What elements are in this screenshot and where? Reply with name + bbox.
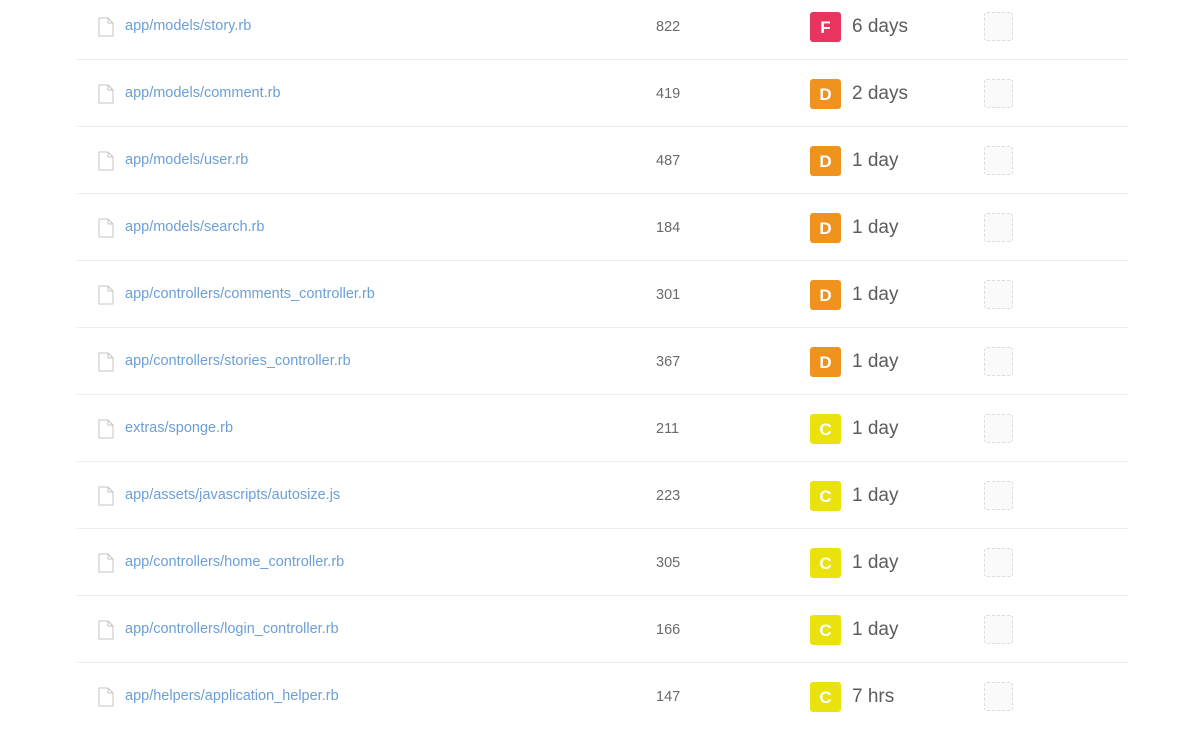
file-icon	[98, 620, 114, 640]
file-row: app/helpers/application_helper.rb 147 C …	[77, 663, 1128, 729]
file-path-link[interactable]: app/models/comment.rb	[125, 84, 281, 102]
coverage-placeholder	[984, 12, 1013, 41]
last-change-age: 1 day	[852, 619, 899, 640]
lines-of-code: 223	[656, 488, 681, 504]
coverage-placeholder	[984, 682, 1013, 711]
file-row: app/controllers/comments_controller.rb 3…	[77, 261, 1128, 328]
file-icon	[98, 352, 114, 372]
last-change-age: 7 hrs	[852, 686, 895, 707]
lines-of-code: 211	[656, 421, 680, 437]
coverage-placeholder	[984, 347, 1013, 376]
file-row: app/models/search.rb 184 D 1 day	[77, 194, 1128, 261]
coverage-placeholder	[984, 280, 1013, 309]
grade-badge: D	[810, 280, 841, 310]
last-change-age: 1 day	[852, 150, 899, 171]
file-row: app/models/story.rb 822 F 6 days	[77, 0, 1128, 60]
coverage-placeholder	[984, 481, 1013, 510]
file-row: extras/sponge.rb 211 C 1 day	[77, 395, 1128, 462]
file-icon	[98, 486, 114, 506]
grade-badge: C	[810, 682, 841, 712]
last-change-age: 1 day	[852, 351, 899, 372]
file-path-link[interactable]: app/controllers/comments_controller.rb	[125, 285, 375, 303]
file-row: app/controllers/home_controller.rb 305 C…	[77, 529, 1128, 596]
grade-badge: D	[810, 213, 841, 243]
coverage-placeholder	[984, 213, 1013, 242]
lines-of-code: 301	[656, 287, 681, 303]
file-path-link[interactable]: app/controllers/login_controller.rb	[125, 620, 339, 638]
coverage-placeholder	[984, 548, 1013, 577]
file-icon	[98, 285, 114, 305]
file-row: app/assets/javascripts/autosize.js 223 C…	[77, 462, 1128, 529]
last-change-age: 1 day	[852, 485, 899, 506]
lines-of-code: 184	[656, 220, 681, 236]
lines-of-code: 487	[656, 153, 681, 169]
grade-badge: D	[810, 79, 841, 109]
lines-of-code: 822	[656, 19, 681, 35]
lines-of-code: 305	[656, 555, 681, 571]
coverage-placeholder	[984, 414, 1013, 443]
file-icon	[98, 419, 114, 439]
file-path-link[interactable]: app/controllers/stories_controller.rb	[125, 352, 351, 370]
file-path-link[interactable]: app/models/user.rb	[125, 151, 248, 169]
file-path-link[interactable]: app/models/story.rb	[125, 17, 251, 35]
grade-badge: C	[810, 481, 841, 511]
last-change-age: 1 day	[852, 284, 899, 305]
file-row: app/controllers/login_controller.rb 166 …	[77, 596, 1128, 663]
last-change-age: 1 day	[852, 418, 899, 439]
last-change-age: 1 day	[852, 552, 899, 573]
file-icon	[98, 84, 114, 104]
grade-badge: C	[810, 615, 841, 645]
last-change-age: 2 days	[852, 83, 908, 104]
coverage-placeholder	[984, 615, 1013, 644]
file-icon	[98, 687, 114, 707]
lines-of-code: 166	[656, 622, 681, 638]
coverage-placeholder	[984, 79, 1013, 108]
file-path-link[interactable]: app/assets/javascripts/autosize.js	[125, 486, 340, 504]
file-row: app/models/comment.rb 419 D 2 days	[77, 60, 1128, 127]
file-path-link[interactable]: app/helpers/application_helper.rb	[125, 687, 339, 705]
file-icon	[98, 553, 114, 573]
lines-of-code: 419	[656, 86, 681, 102]
grade-badge: C	[810, 548, 841, 578]
grade-badge: F	[810, 12, 841, 42]
file-list: app/models/story.rb 822 F 6 days app/mod…	[77, 0, 1128, 729]
file-row: app/controllers/stories_controller.rb 36…	[77, 328, 1128, 395]
last-change-age: 1 day	[852, 217, 899, 238]
coverage-placeholder	[984, 146, 1013, 175]
file-icon	[98, 218, 114, 238]
lines-of-code: 147	[656, 689, 681, 705]
file-icon	[98, 17, 114, 37]
lines-of-code: 367	[656, 354, 681, 370]
file-row: app/models/user.rb 487 D 1 day	[77, 127, 1128, 194]
last-change-age: 6 days	[852, 16, 908, 37]
grade-badge: D	[810, 146, 841, 176]
file-icon	[98, 151, 114, 171]
grade-badge: C	[810, 414, 841, 444]
file-path-link[interactable]: app/models/search.rb	[125, 218, 264, 236]
grade-badge: D	[810, 347, 841, 377]
file-path-link[interactable]: app/controllers/home_controller.rb	[125, 553, 344, 571]
file-path-link[interactable]: extras/sponge.rb	[125, 419, 233, 437]
